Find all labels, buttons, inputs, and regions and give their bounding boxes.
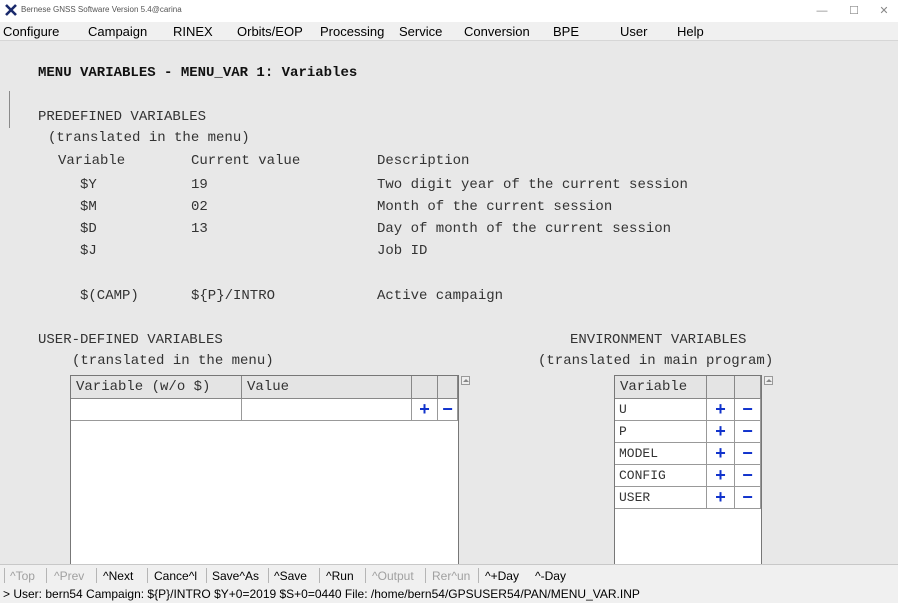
menu-configure[interactable]: Configure [3, 24, 59, 39]
environment-subheading: (translated in main program) [538, 353, 774, 369]
separator [147, 568, 148, 583]
predefined-col-variable: Variable [58, 153, 126, 169]
env-col-variable-header: Variable [615, 376, 707, 399]
env-variable-input[interactable]: CONFIG [615, 465, 707, 487]
env-add-button[interactable]: + [707, 487, 735, 509]
separator [4, 568, 5, 583]
user-col-add-header [412, 376, 438, 399]
env-variable-input[interactable]: U [615, 399, 707, 421]
output-button[interactable]: ^Output [372, 569, 414, 583]
close-icon[interactable]: ✕ [870, 2, 898, 20]
predefined-value: 02 [191, 199, 208, 215]
predefined-variable: $(CAMP) [80, 288, 139, 304]
separator [206, 568, 207, 583]
menu-user[interactable]: User [620, 24, 647, 39]
menu-campaign[interactable]: Campaign [88, 24, 147, 39]
env-add-button[interactable]: + [707, 465, 735, 487]
environment-table: Variable U + − P + − MODEL + − CONFIG + … [614, 375, 762, 565]
menu-bpe[interactable]: BPE [553, 24, 579, 39]
user-defined-subheading: (translated in the menu) [72, 353, 274, 369]
env-remove-button[interactable]: − [735, 443, 761, 465]
save-as-button[interactable]: Save^As [212, 569, 259, 583]
env-variable-input[interactable]: P [615, 421, 707, 443]
user-defined-heading: USER-DEFINED VARIABLES [38, 332, 223, 348]
menu-rinex[interactable]: RINEX [173, 24, 213, 39]
env-variable-input[interactable]: USER [615, 487, 707, 509]
predefined-variable: $D [80, 221, 97, 237]
predefined-variable: $Y [80, 177, 97, 193]
predefined-col-description: Description [377, 153, 470, 169]
env-add-button[interactable]: + [707, 443, 735, 465]
cancel-button[interactable]: Cance^l [154, 569, 197, 583]
window-titlebar: Bernese GNSS Software Version 5.4@carina… [0, 0, 898, 22]
bernese-app-icon [5, 4, 17, 16]
window-title: Bernese GNSS Software Version 5.4@carina [21, 5, 182, 14]
run-button[interactable]: ^Run [326, 569, 354, 583]
menu-processing[interactable]: Processing [320, 24, 384, 39]
separator [46, 568, 47, 583]
minimize-icon[interactable]: — [808, 2, 836, 20]
plus-day-button[interactable]: ^+Day [485, 569, 519, 583]
predefined-description: Active campaign [377, 288, 504, 304]
predefined-variable: $M [80, 199, 97, 215]
separator [478, 568, 479, 583]
env-remove-button[interactable]: − [735, 487, 761, 509]
predefined-value: 19 [191, 177, 208, 193]
predefined-description: Job ID [377, 243, 428, 259]
menu-help[interactable]: Help [677, 24, 704, 39]
page-title: MENU VARIABLES - MENU_VAR 1: Variables [38, 65, 358, 81]
save-button[interactable]: ^Save [274, 569, 307, 583]
predefined-description: Month of the current session [377, 199, 613, 215]
user-col-remove-header [438, 376, 458, 399]
user-value-input[interactable] [242, 399, 412, 421]
panel-divider [9, 91, 10, 128]
user-col-value-header: Value [242, 376, 412, 399]
predefined-description: Two digit year of the current session [377, 177, 688, 193]
prev-button[interactable]: ^Prev [54, 569, 84, 583]
separator [425, 568, 426, 583]
env-table-scroll-up-icon[interactable] [764, 376, 773, 385]
menu-bar: Configure Campaign RINEX Orbits/EOP Proc… [0, 22, 898, 41]
predefined-description: Day of month of the current session [377, 221, 672, 237]
predefined-subheading: (translated in the menu) [48, 130, 250, 146]
add-row-button[interactable]: + [412, 399, 438, 421]
action-bar: ^Top ^Prev ^Next Cance^l Save^As ^Save ^… [0, 564, 898, 586]
info-bar: > User: bern54 Campaign: ${P}/INTRO $Y+0… [0, 585, 898, 603]
minus-day-button[interactable]: ^-Day [535, 569, 566, 583]
predefined-variable: $J [80, 243, 97, 259]
menu-service[interactable]: Service [399, 24, 442, 39]
env-remove-button[interactable]: − [735, 421, 761, 443]
env-remove-button[interactable]: − [735, 465, 761, 487]
remove-row-button[interactable]: − [438, 399, 458, 421]
env-add-button[interactable]: + [707, 421, 735, 443]
separator [96, 568, 97, 583]
variables-panel: MENU VARIABLES - MENU_VAR 1: Variables P… [0, 41, 898, 565]
user-defined-table: Variable (w/o $) Value + − [70, 375, 459, 565]
session-info: > User: bern54 Campaign: ${P}/INTRO $Y+0… [3, 587, 640, 601]
env-col-remove-header [735, 376, 761, 399]
predefined-value: 13 [191, 221, 208, 237]
env-col-add-header [707, 376, 735, 399]
maximize-icon[interactable]: ☐ [840, 2, 868, 20]
environment-heading: ENVIRONMENT VARIABLES [570, 332, 747, 348]
env-variable-input[interactable]: MODEL [615, 443, 707, 465]
predefined-col-value: Current value [191, 153, 301, 169]
separator [319, 568, 320, 583]
predefined-heading: PREDEFINED VARIABLES [38, 109, 207, 125]
env-add-button[interactable]: + [707, 399, 735, 421]
menu-orbits-eop[interactable]: Orbits/EOP [237, 24, 303, 39]
user-variable-input[interactable] [71, 399, 242, 421]
user-col-variable-header: Variable (w/o $) [71, 376, 242, 399]
user-table-scroll-up-icon[interactable] [461, 376, 470, 385]
next-button[interactable]: ^Next [103, 569, 133, 583]
top-button[interactable]: ^Top [10, 569, 35, 583]
separator [365, 568, 366, 583]
menu-conversion[interactable]: Conversion [464, 24, 530, 39]
separator [268, 568, 269, 583]
rerun-button[interactable]: Rer^un [432, 569, 470, 583]
env-remove-button[interactable]: − [735, 399, 761, 421]
predefined-value: ${P}/INTRO [191, 288, 276, 304]
